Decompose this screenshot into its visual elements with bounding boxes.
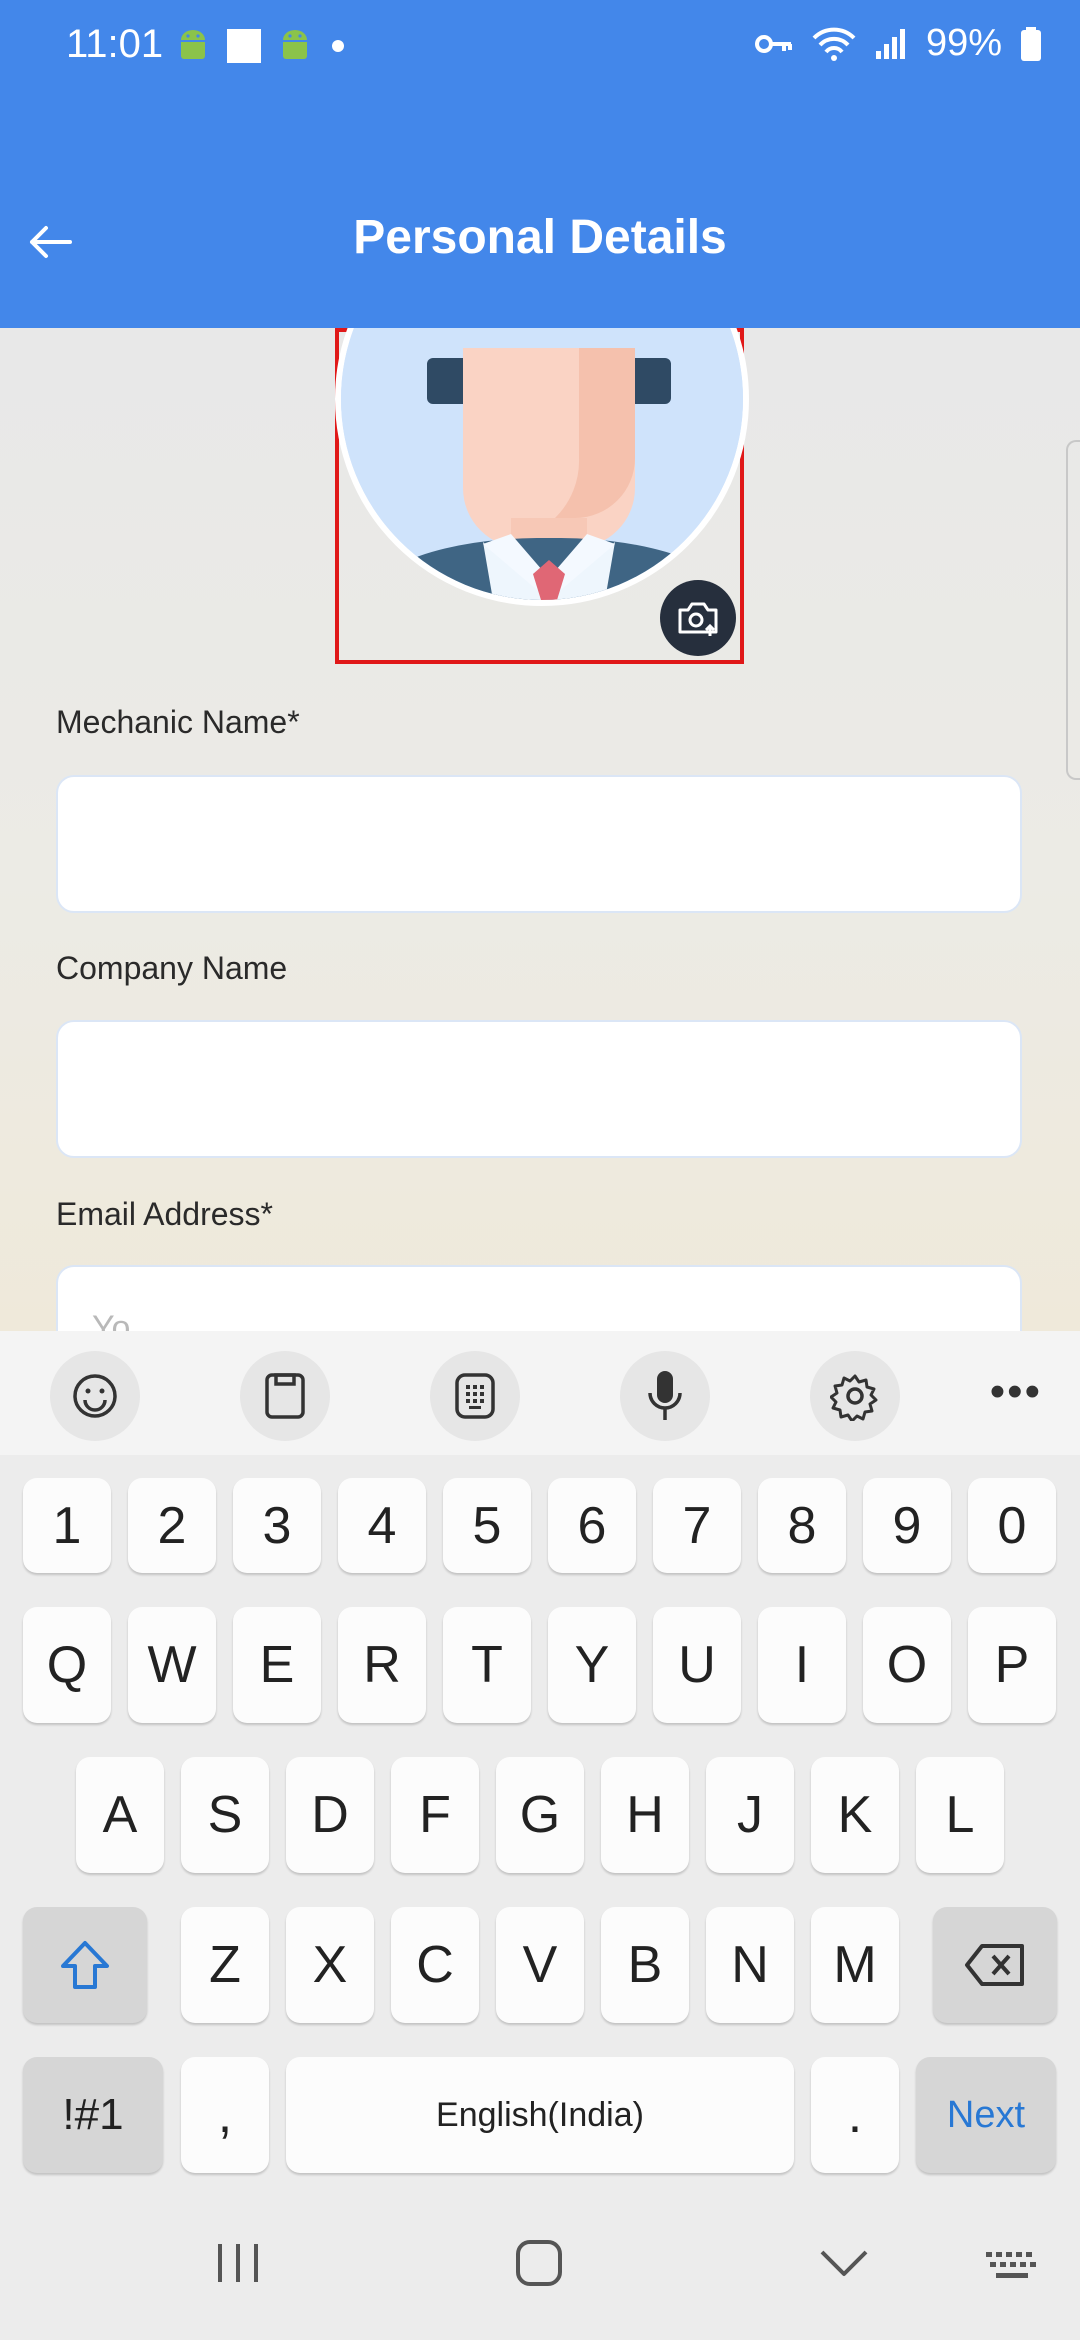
- app-bar: 11:01 99% Personal Details: [0, 0, 1080, 328]
- key-l[interactable]: L: [916, 1757, 1004, 1873]
- key-e[interactable]: E: [233, 1607, 321, 1723]
- key-9[interactable]: 9: [863, 1478, 951, 1573]
- image-notification-icon: [227, 29, 261, 63]
- key-s[interactable]: S: [181, 1757, 269, 1873]
- notification-icons: [176, 28, 348, 64]
- next-key[interactable]: Next: [916, 2057, 1056, 2173]
- system-nav-bar: [0, 2190, 1080, 2340]
- key-i[interactable]: I: [758, 1607, 846, 1723]
- keyboard-switch-icon[interactable]: [984, 2248, 1040, 2288]
- camera-upload-button[interactable]: [660, 580, 736, 656]
- key-c[interactable]: C: [391, 1907, 479, 2023]
- form-content[interactable]: Mechanic Name* Company Name Email Addres…: [0, 328, 1080, 1331]
- clipboard-icon: [265, 1373, 305, 1419]
- symbols-key[interactable]: !#1: [23, 2057, 163, 2173]
- hide-keyboard-icon[interactable]: [818, 2246, 870, 2280]
- key-q[interactable]: Q: [23, 1607, 111, 1723]
- scrollbar[interactable]: [1066, 440, 1080, 780]
- key-0[interactable]: 0: [968, 1478, 1056, 1573]
- wifi-icon: [812, 27, 856, 61]
- keyboard-settings-button[interactable]: [810, 1351, 900, 1441]
- battery-icon: [1021, 26, 1041, 61]
- comma-key[interactable]: ,: [181, 2057, 269, 2173]
- keyboard-mode-button[interactable]: [430, 1351, 520, 1441]
- key-g[interactable]: G: [496, 1757, 584, 1873]
- key-7[interactable]: 7: [653, 1478, 741, 1573]
- profile-photo-picker[interactable]: [335, 328, 749, 664]
- key-k[interactable]: K: [811, 1757, 899, 1873]
- keyboard-toolbar: •••: [0, 1331, 1080, 1455]
- key-z[interactable]: Z: [181, 1907, 269, 2023]
- key-u[interactable]: U: [653, 1607, 741, 1723]
- key-p[interactable]: P: [968, 1607, 1056, 1723]
- key-a[interactable]: A: [76, 1757, 164, 1873]
- key-j[interactable]: J: [706, 1757, 794, 1873]
- soft-keyboard: ••• 1 2 3 4 5 6 7 8 9 0 Q W E R T Y U I …: [0, 1331, 1080, 2190]
- key-r[interactable]: R: [338, 1607, 426, 1723]
- recent-apps-icon[interactable]: [212, 2240, 264, 2286]
- keypad-icon: [455, 1373, 495, 1419]
- email-input[interactable]: [92, 1309, 1020, 1331]
- mechanic-name-field[interactable]: [56, 775, 1022, 913]
- backspace-icon: [965, 1944, 1024, 1986]
- key-6[interactable]: 6: [548, 1478, 636, 1573]
- key-v[interactable]: V: [496, 1907, 584, 2023]
- key-x[interactable]: X: [286, 1907, 374, 2023]
- emoji-icon: [73, 1374, 117, 1418]
- key-d[interactable]: D: [286, 1757, 374, 1873]
- battery-percent: 99%: [925, 22, 1002, 64]
- status-bar: 11:01 99%: [0, 0, 1080, 96]
- system-icons: 99%: [754, 22, 1042, 65]
- mechanic-name-label: Mechanic Name*: [56, 704, 300, 740]
- more-options-icon[interactable]: •••: [990, 1367, 1042, 1417]
- avatar: [335, 328, 749, 606]
- signal-icon: [875, 28, 905, 59]
- microphone-icon: [648, 1371, 682, 1420]
- mechanic-avatar-illustration: [341, 328, 743, 600]
- key-2[interactable]: 2: [128, 1478, 216, 1573]
- company-name-field[interactable]: [56, 1020, 1022, 1158]
- company-name-label: Company Name: [56, 950, 288, 986]
- company-name-input[interactable]: [92, 1022, 1020, 1156]
- key-8[interactable]: 8: [758, 1478, 846, 1573]
- key-b[interactable]: B: [601, 1907, 689, 2023]
- key-4[interactable]: 4: [338, 1478, 426, 1573]
- shift-icon: [61, 1941, 109, 1989]
- android-icon: [181, 30, 205, 59]
- camera-upload-icon: [678, 602, 718, 636]
- email-label: Email Address*: [56, 1196, 273, 1232]
- key-3[interactable]: 3: [233, 1478, 321, 1573]
- key-h[interactable]: H: [601, 1757, 689, 1873]
- key-f[interactable]: F: [391, 1757, 479, 1873]
- shift-key[interactable]: [23, 1907, 147, 2023]
- key-t[interactable]: T: [443, 1607, 531, 1723]
- key-1[interactable]: 1: [23, 1478, 111, 1573]
- vpn-key-icon: [754, 34, 792, 53]
- dot-icon: [332, 40, 344, 52]
- key-n[interactable]: N: [706, 1907, 794, 2023]
- page-title: Personal Details: [353, 211, 727, 264]
- email-field[interactable]: [56, 1265, 1022, 1331]
- clipboard-button[interactable]: [240, 1351, 330, 1441]
- space-key[interactable]: English(India): [286, 2057, 794, 2173]
- key-5[interactable]: 5: [443, 1478, 531, 1573]
- key-m[interactable]: M: [811, 1907, 899, 2023]
- voice-input-button[interactable]: [620, 1351, 710, 1441]
- gear-icon: [830, 1374, 878, 1421]
- key-w[interactable]: W: [128, 1607, 216, 1723]
- key-o[interactable]: O: [863, 1607, 951, 1723]
- period-key[interactable]: .: [811, 2057, 899, 2173]
- backspace-key[interactable]: [933, 1907, 1057, 2023]
- key-y[interactable]: Y: [548, 1607, 636, 1723]
- mechanic-name-input[interactable]: [92, 777, 1020, 911]
- home-icon[interactable]: [514, 2238, 564, 2288]
- android-icon: [283, 30, 307, 59]
- status-time: 11:01: [66, 22, 164, 66]
- emoji-button[interactable]: [50, 1351, 140, 1441]
